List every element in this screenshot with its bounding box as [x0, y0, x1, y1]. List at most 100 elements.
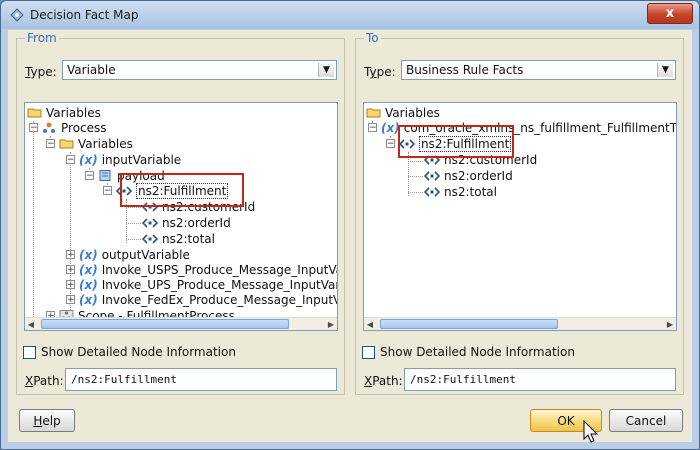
- from-xpath-field[interactable]: /ns2:Fulfillment: [65, 368, 337, 391]
- collapse-icon[interactable]: −: [66, 155, 75, 165]
- cancel-button[interactable]: Cancel: [609, 409, 683, 432]
- collapse-icon[interactable]: −: [103, 186, 112, 196]
- tree-item-label: ns2:orderId: [444, 168, 513, 183]
- from-panel: From Type: Variable ▼ Variables − Proces…: [16, 31, 345, 395]
- tree-item-label: ns2:total: [444, 184, 497, 199]
- to-panel: To Type: Business Rule Facts ▼ Variables…: [355, 31, 684, 395]
- variable-icon: (x): [79, 152, 98, 167]
- element-icon: [424, 170, 440, 181]
- to-type-value: Business Rule Facts: [406, 63, 524, 77]
- tree-item-label: Invoke_FedEx_Produce_Message_InputV: [101, 292, 338, 307]
- xpath-value: /ns2:Fulfillment: [410, 373, 516, 386]
- to-show-detail-checkbox[interactable]: Show Detailed Node Information: [362, 345, 575, 359]
- ok-label: OK: [557, 413, 575, 428]
- tree-item-variables-sub[interactable]: − Variables: [46, 136, 133, 151]
- from-xpath-label: XPath:: [25, 374, 64, 388]
- tree-item-process[interactable]: − Process: [29, 120, 107, 135]
- collapse-icon[interactable]: −: [29, 123, 38, 133]
- folder-open-icon: [59, 139, 74, 149]
- from-show-detail-checkbox[interactable]: Show Detailed Node Information: [23, 345, 236, 359]
- scroll-right-icon[interactable]: ▶: [664, 318, 676, 330]
- tree-item-label: Variables: [78, 136, 133, 151]
- tree-item-input-variable[interactable]: − (x) inputVariable: [66, 152, 181, 167]
- from-type-select[interactable]: Variable ▼: [62, 60, 337, 80]
- tree-item-order-id[interactable]: ns2:orderId: [424, 168, 513, 183]
- chevron-down-icon[interactable]: ▼: [318, 63, 334, 77]
- from-type-label: Type:: [25, 65, 57, 79]
- to-type-select[interactable]: Business Rule Facts ▼: [401, 60, 676, 80]
- title-bar[interactable]: Decision Fact Map x: [1, 1, 699, 29]
- to-xpath-label: XPath:: [364, 374, 403, 388]
- element-icon: [142, 233, 158, 244]
- tree-item-fedex[interactable]: + (x) Invoke_FedEx_Produce_Message_Input…: [66, 292, 338, 307]
- collapse-icon[interactable]: −: [85, 171, 94, 181]
- scroll-thumb[interactable]: [380, 319, 558, 329]
- to-type-label: Type:: [364, 65, 396, 79]
- tree-item-order-id[interactable]: ns2:orderId: [142, 215, 231, 230]
- scroll-right-icon[interactable]: ▶: [325, 318, 337, 330]
- from-panel-title: From: [25, 31, 59, 45]
- highlight-box-to: [398, 125, 514, 158]
- folder-open-icon: [27, 108, 42, 118]
- scroll-left-icon[interactable]: ◀: [364, 318, 376, 330]
- tree-item-usps[interactable]: + (x) Invoke_USPS_Produce_Message_InputV…: [66, 262, 338, 277]
- highlight-box-from: [120, 173, 244, 207]
- window-title: Decision Fact Map: [30, 8, 139, 22]
- from-type-value: Variable: [67, 63, 116, 77]
- tree-item-variables[interactable]: Variables: [366, 105, 440, 120]
- scroll-left-icon[interactable]: ◀: [25, 318, 37, 330]
- tree-item-label: ns2:total: [162, 231, 215, 246]
- checkbox-label: Show Detailed Node Information: [41, 345, 236, 359]
- close-icon: x: [665, 6, 675, 21]
- process-icon: [43, 122, 55, 133]
- variable-icon: (x): [381, 120, 400, 135]
- xpath-value: /ns2:Fulfillment: [71, 373, 177, 386]
- folder-open-icon: [366, 108, 381, 118]
- tree-item-total[interactable]: ns2:total: [142, 231, 215, 246]
- from-tree[interactable]: Variables − Process − Variables − (x) in…: [24, 102, 338, 331]
- tree-item-label: Invoke_UPS_Produce_Message_InputVar: [101, 277, 338, 292]
- to-tree-hscrollbar[interactable]: ◀ ▶: [364, 317, 676, 330]
- expand-icon[interactable]: +: [66, 265, 75, 275]
- tree-item-label: outputVariable: [101, 247, 190, 262]
- variable-icon: (x): [79, 292, 98, 307]
- variable-icon: (x): [79, 247, 98, 262]
- mouse-pointer-icon: [583, 420, 599, 443]
- variable-icon: (x): [79, 262, 98, 277]
- to-panel-title: To: [364, 31, 381, 45]
- tree-item-variables[interactable]: Variables: [27, 105, 101, 120]
- expand-icon[interactable]: +: [66, 280, 75, 290]
- help-label: Help: [33, 413, 61, 428]
- expand-icon[interactable]: +: [66, 295, 75, 305]
- help-button[interactable]: Help: [19, 409, 75, 432]
- variable-icon: (x): [79, 277, 98, 292]
- collapse-icon[interactable]: −: [46, 139, 55, 149]
- tree-item-label: Process: [61, 120, 107, 135]
- cancel-label: Cancel: [625, 413, 667, 428]
- chevron-down-icon[interactable]: ▼: [657, 63, 673, 77]
- checkbox-label: Show Detailed Node Information: [380, 345, 575, 359]
- tree-item-label: Invoke_USPS_Produce_Message_InputVa: [101, 262, 338, 277]
- tree-item-label: inputVariable: [101, 152, 182, 167]
- collapse-icon[interactable]: −: [386, 139, 395, 149]
- checkbox-icon[interactable]: [23, 345, 36, 359]
- element-icon: [142, 217, 158, 228]
- checkbox-icon[interactable]: [362, 345, 375, 359]
- tree-item-total[interactable]: ns2:total: [424, 184, 497, 199]
- tree-item-ups[interactable]: + (x) Invoke_UPS_Produce_Message_InputVa…: [66, 277, 338, 292]
- scroll-thumb[interactable]: [41, 319, 289, 329]
- message-part-icon: [99, 170, 111, 181]
- close-button[interactable]: x: [647, 3, 693, 24]
- to-xpath-field[interactable]: /ns2:Fulfillment: [404, 368, 676, 391]
- tree-item-label: Variables: [46, 105, 101, 120]
- tree-item-output-variable[interactable]: + (x) outputVariable: [66, 247, 190, 262]
- expand-icon[interactable]: +: [66, 250, 75, 260]
- tree-item-label: Variables: [385, 105, 440, 120]
- from-tree-hscrollbar[interactable]: ◀ ▶: [25, 317, 337, 330]
- element-icon: [424, 186, 440, 197]
- dialog-body: From Type: Variable ▼ Variables − Proces…: [8, 30, 692, 443]
- dialog-window: Decision Fact Map x From Type: Variable …: [0, 0, 700, 450]
- tree-item-label: ns2:orderId: [162, 215, 231, 230]
- app-icon: [10, 8, 24, 22]
- collapse-icon[interactable]: −: [368, 123, 377, 133]
